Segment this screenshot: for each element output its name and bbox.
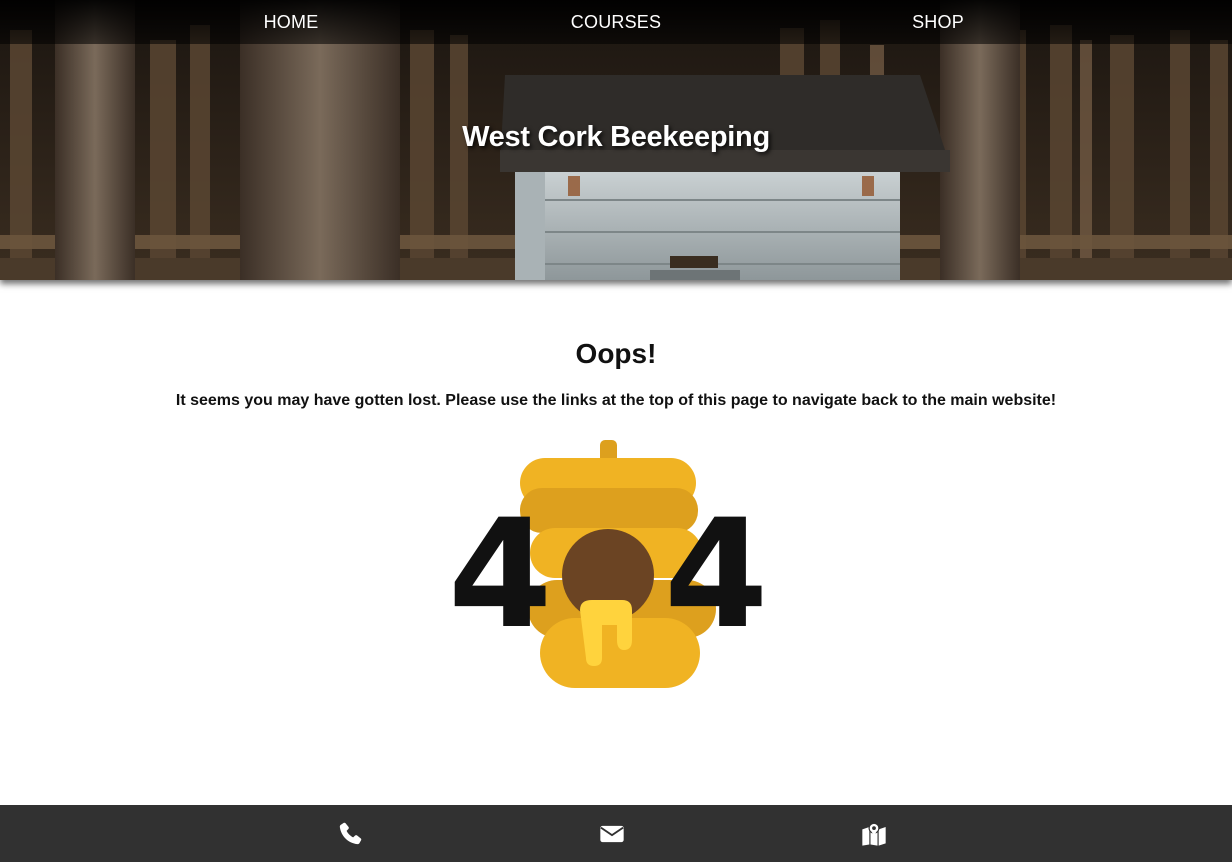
footer — [0, 805, 1232, 862]
nav-link-shop[interactable]: SHOP — [912, 12, 964, 33]
envelope-icon[interactable] — [598, 820, 626, 848]
nav-link-home[interactable]: HOME — [264, 12, 319, 33]
map-icon[interactable] — [860, 820, 888, 848]
site-title: West Cork Beekeeping — [462, 121, 770, 153]
error-message: It seems you may have gotten lost. Pleas… — [175, 392, 1057, 409]
nav-link-courses[interactable]: COURSES — [571, 12, 661, 33]
error-digit-right: 4 — [664, 488, 769, 662]
error-digit-left: 4 — [448, 488, 553, 662]
error-heading: Oops! — [575, 338, 657, 369]
hero-banner: HOME COURSES SHOP West Cork Beekeeping — [0, 0, 1232, 280]
phone-icon[interactable] — [336, 820, 364, 848]
top-navigation: HOME COURSES SHOP — [0, 0, 1232, 44]
